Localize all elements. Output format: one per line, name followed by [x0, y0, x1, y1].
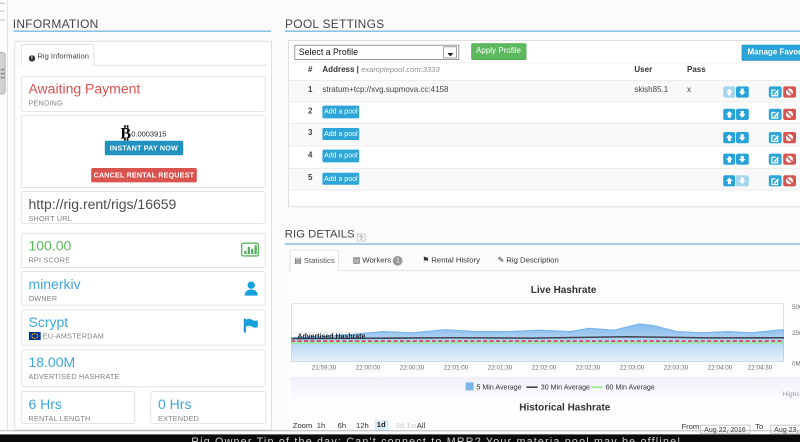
svg-text:B: B — [121, 125, 131, 141]
